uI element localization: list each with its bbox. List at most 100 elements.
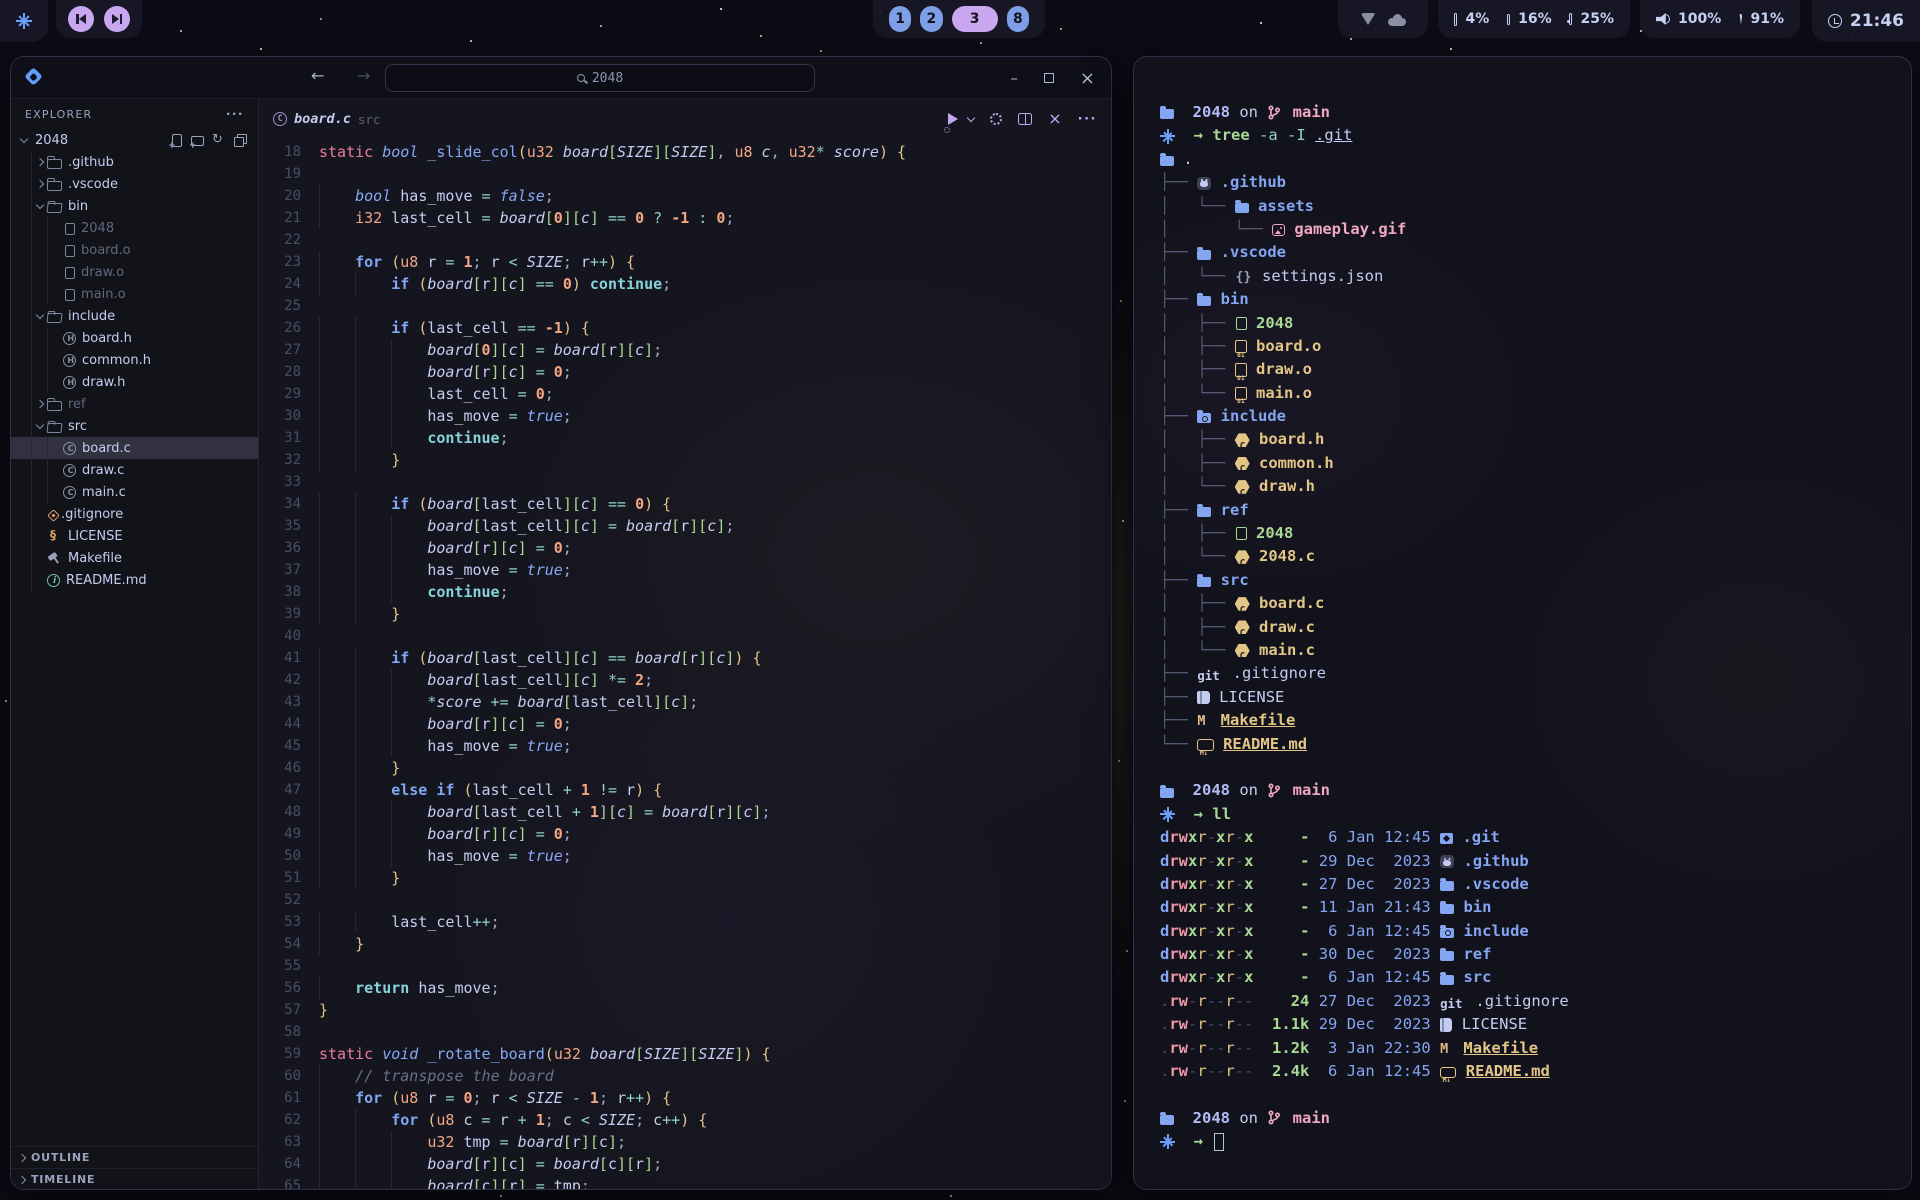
code-line: 24 if (board[r][c] == 0) continue; — [259, 273, 1111, 295]
panel-timeline[interactable]: TIMELINE — [11, 1168, 258, 1190]
network-status[interactable] — [1338, 0, 1428, 38]
new-folder-icon[interactable] — [189, 132, 206, 148]
command-search-input[interactable]: 2048 — [385, 64, 815, 92]
line-number: 63 — [259, 1131, 301, 1153]
sidebar-item-draw-o[interactable]: draw.o — [11, 261, 258, 283]
code-area[interactable]: 18static bool _slide_col(u32 board[SIZE]… — [259, 139, 1111, 1190]
code-line: 38 continue; — [259, 581, 1111, 603]
code-line: 25 — [259, 295, 1111, 317]
explorer-root-row[interactable]: 2048 — [11, 129, 258, 151]
sidebar-item-main-o[interactable]: main.o — [11, 283, 258, 305]
sidebar-item-makefile[interactable]: Makefile — [11, 547, 258, 569]
fgear-icon — [1197, 413, 1211, 423]
cfile-icon — [63, 464, 76, 477]
line-number: 64 — [259, 1153, 301, 1175]
line-number: 19 — [259, 163, 301, 185]
sidebar-item-board-h[interactable]: board.h — [11, 327, 258, 349]
workspace-1[interactable]: 1 — [889, 6, 911, 32]
sidebar-item-label: README.md — [66, 573, 147, 588]
terminal-line: │ └── draw.h — [1160, 475, 1885, 498]
folder-icon — [47, 159, 62, 169]
panel-outline[interactable]: OUTLINE — [11, 1146, 258, 1168]
sidebar-item-readme-md[interactable]: README.md — [11, 569, 258, 591]
terminal-line: ├── .github — [1160, 171, 1885, 194]
terminal-line: 2048 on main — [1160, 1107, 1885, 1130]
settings-gear-icon[interactable] — [990, 113, 1002, 125]
more-actions-icon[interactable]: ··· — [1078, 112, 1097, 127]
chevron-right-icon — [36, 158, 44, 166]
sidebar-item--vscode[interactable]: .vscode — [11, 173, 258, 195]
sidebar-item--gitignore[interactable]: .gitignore — [11, 503, 258, 525]
sidebar-item-bin[interactable]: bin — [11, 195, 258, 217]
chevron-down-icon — [36, 420, 44, 428]
code-line: 64 board[r][c] = board[c][r]; — [259, 1153, 1111, 1175]
workspace-2[interactable]: 2 — [920, 6, 942, 32]
terminal-line: │ ├── 2048 — [1160, 312, 1885, 335]
close-editor-icon[interactable]: × — [1048, 111, 1061, 127]
tab-board-c[interactable]: board.c src — [273, 111, 380, 127]
new-file-icon[interactable] — [168, 132, 185, 148]
doc-icon — [1236, 527, 1247, 540]
sidebar-item-board-o[interactable]: board.o — [11, 239, 258, 261]
terminal-window[interactable]: 2048 on main → tree -a -I .git .├── .git… — [1133, 56, 1912, 1190]
nix-logo-button[interactable] — [0, 0, 48, 42]
run-dropdown-icon[interactable] — [967, 114, 975, 122]
nav-forward-button[interactable]: → — [357, 66, 370, 85]
chevron-right-icon — [18, 1153, 26, 1161]
media-previous-button[interactable] — [68, 6, 94, 32]
explorer-more-icon[interactable]: ··· — [226, 107, 244, 121]
line-number: 55 — [259, 955, 301, 977]
sidebar-item-common-h[interactable]: common.h — [11, 349, 258, 371]
chevron-right-icon — [36, 400, 44, 408]
workspace-3-active[interactable]: 3 — [952, 6, 998, 32]
terminal-line: │ ├── board.h — [1160, 428, 1885, 451]
sidebar-item-license[interactable]: LICENSE — [11, 525, 258, 547]
line-number: 57 — [259, 999, 301, 1021]
sidebar-item-draw-h[interactable]: draw.h — [11, 371, 258, 393]
refresh-icon[interactable] — [210, 132, 227, 148]
editor-titlebar[interactable]: ← → 2048 – × — [11, 57, 1111, 99]
code-line: 53 last_cell++; — [259, 911, 1111, 933]
sidebar-item-board-c[interactable]: board.c — [11, 437, 258, 459]
split-editor-icon[interactable] — [1018, 113, 1032, 125]
sidebar-item-main-c[interactable]: main.c — [11, 481, 258, 503]
line-number: 18 — [259, 141, 301, 163]
bin01-icon — [1235, 340, 1247, 353]
minimize-button[interactable]: – — [1010, 69, 1018, 87]
folder-icon — [1235, 203, 1249, 213]
bin01-icon — [1235, 387, 1247, 400]
sidebar-item-ref[interactable]: ref — [11, 393, 258, 415]
collapse-all-icon[interactable] — [231, 132, 248, 148]
run-button[interactable] — [948, 110, 958, 129]
gitignore-icon — [47, 509, 60, 522]
image-icon — [1272, 224, 1285, 236]
folder-icon — [47, 181, 62, 191]
terminal-line: ├── ref — [1160, 499, 1885, 522]
media-next-button[interactable] — [104, 6, 130, 32]
line-number: 28 — [259, 361, 301, 383]
workspace-8[interactable]: 8 — [1007, 6, 1029, 32]
chevron-down-icon — [20, 134, 28, 142]
hfile-icon — [63, 376, 76, 389]
sidebar-item-include[interactable]: include — [11, 305, 258, 327]
line-number: 24 — [259, 273, 301, 295]
wifi-strength: 91% — [1750, 11, 1784, 27]
mkM-icon — [1197, 714, 1211, 728]
maximize-button[interactable] — [1044, 73, 1054, 83]
bin01-icon — [1235, 363, 1247, 376]
close-button[interactable]: × — [1080, 68, 1095, 89]
terminal-line: .rw-r--r-- 1.1k 29 Dec 2023 LICENSE — [1160, 1013, 1885, 1036]
code-line: 51 } — [259, 867, 1111, 889]
sidebar-item-label: main.c — [82, 485, 126, 500]
explorer-tree: .github.vscodebin2048 board.o draw.omain.o… — [11, 151, 258, 591]
terminal-line: │ └── main.c — [1160, 639, 1885, 662]
sidebar-item--github[interactable]: .github — [11, 151, 258, 173]
line-number: 44 — [259, 713, 301, 735]
sidebar-item-draw-c[interactable]: draw.c — [11, 459, 258, 481]
terminal-line: 2048 on main — [1160, 101, 1885, 124]
sidebar-item-label: board.o — [81, 243, 131, 258]
nav-back-button[interactable]: ← — [311, 66, 324, 85]
sidebar-item-src[interactable]: src — [11, 415, 258, 437]
sidebar-item-2048[interactable]: 2048 — [11, 217, 258, 239]
clock-widget[interactable]: 21:46 — [1812, 0, 1920, 42]
